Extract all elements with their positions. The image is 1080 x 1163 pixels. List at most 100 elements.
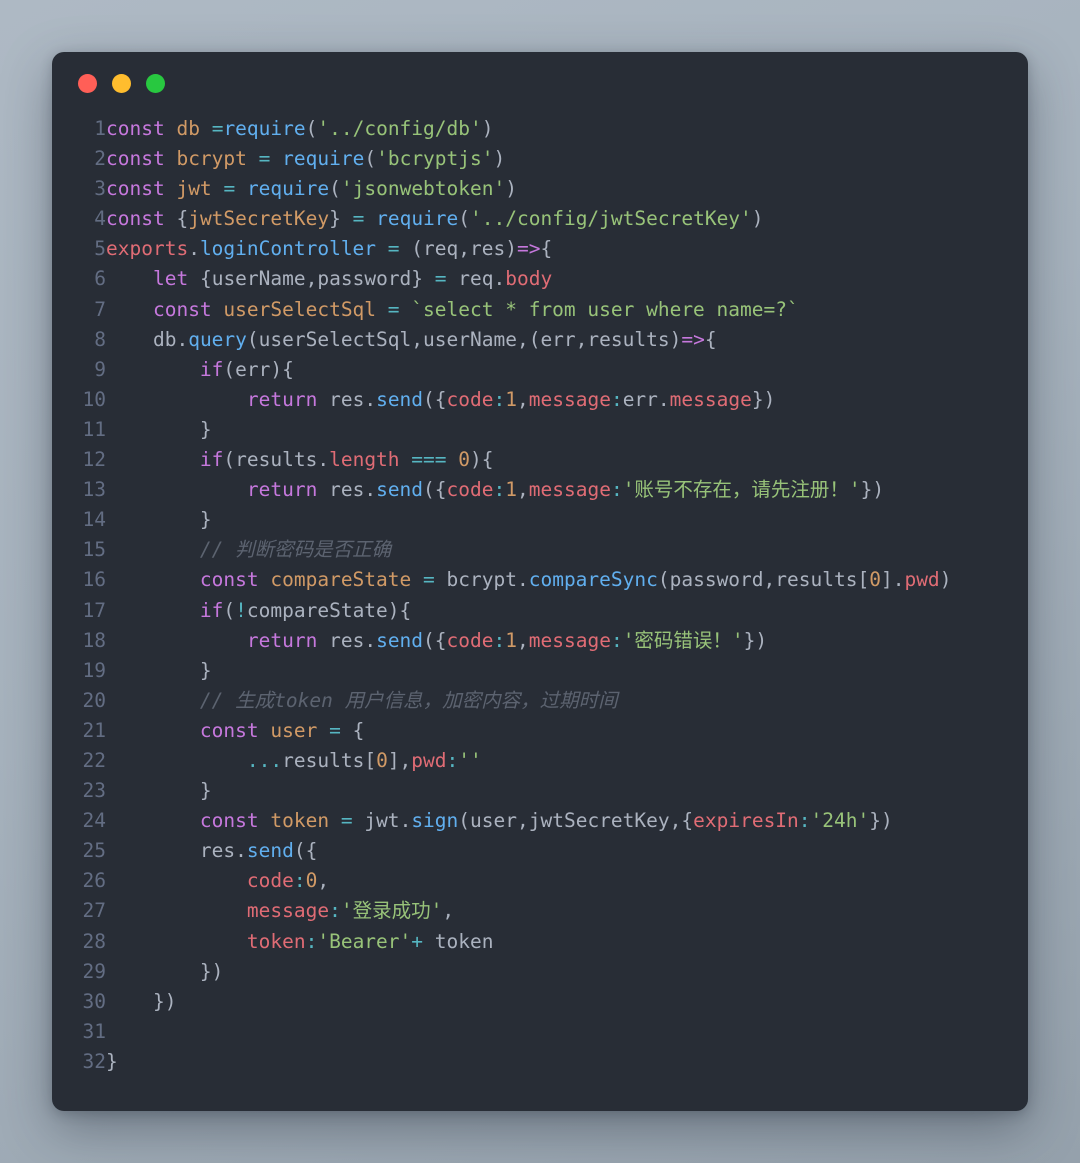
line-source[interactable]: // 生成token 用户信息，加密内容，过期时间 [106, 686, 1028, 716]
line-number: 19 [82, 658, 106, 682]
code-line: 14 } [52, 505, 1028, 535]
line-number: 28 [82, 929, 106, 953]
code-comment: // 生成token 用户信息，加密内容，过期时间 [199, 688, 618, 712]
line-source[interactable]: return res.send({code:1,message:'密码错误！'}… [106, 626, 1028, 656]
code-line: 29 }) [52, 957, 1028, 987]
code-line: 19 } [52, 656, 1028, 686]
code-line: 7 const userSelectSql = `select * from u… [52, 295, 1028, 325]
code-line: 18 return res.send({code:1,message:'密码错误… [52, 626, 1028, 656]
line-number: 9 [94, 357, 106, 381]
line-source[interactable]: const userSelectSql = `select * from use… [106, 295, 1028, 325]
code-line: 8 db.query(userSelectSql,userName,(err,r… [52, 325, 1028, 355]
code-line: 27 message:'登录成功', [52, 896, 1028, 926]
code-comment: // 判断密码是否正确 [199, 538, 392, 562]
line-source[interactable]: let {userName,password} = req.body [106, 264, 1028, 294]
line-source[interactable]: ...results[0],pwd:'' [106, 746, 1028, 776]
line-number: 3 [94, 177, 106, 201]
line-number: 5 [94, 237, 106, 261]
line-source[interactable]: const user = { [106, 716, 1028, 746]
window-titlebar [52, 52, 1028, 114]
maximize-button[interactable] [146, 73, 165, 93]
line-number: 31 [82, 1019, 106, 1043]
code-line: 6 let {userName,password} = req.body [52, 264, 1028, 294]
code-line: 30 }) [52, 987, 1028, 1017]
line-source[interactable]: // 判断密码是否正确 [106, 535, 1028, 565]
line-source[interactable] [106, 1017, 1028, 1047]
line-number: 25 [82, 839, 106, 863]
code-table: 1 const db =require('../config/db') 2 co… [52, 114, 1028, 1077]
line-source[interactable]: const jwt = require('jsonwebtoken') [106, 174, 1028, 204]
line-number: 23 [82, 779, 106, 803]
code-line: 11 } [52, 415, 1028, 445]
code-line: 26 code:0, [52, 866, 1028, 896]
line-source[interactable]: if(results.length === 0){ [106, 445, 1028, 475]
line-source[interactable]: const db =require('../config/db') [106, 114, 1028, 144]
code-line: 25 res.send({ [52, 836, 1028, 866]
code-line: 32 } [52, 1047, 1028, 1077]
code-line: 24 const token = jwt.sign(user,jwtSecret… [52, 806, 1028, 836]
code-line: 22 ...results[0],pwd:'' [52, 746, 1028, 776]
line-source[interactable]: return res.send({code:1,message:'账号不存在，请… [106, 475, 1028, 505]
line-source[interactable]: const bcrypt = require('bcryptjs') [106, 144, 1028, 174]
line-source[interactable]: } [106, 776, 1028, 806]
close-button[interactable] [78, 73, 97, 93]
code-line: 13 return res.send({code:1,message:'账号不存… [52, 475, 1028, 505]
line-source[interactable]: const {jwtSecretKey} = require('../confi… [106, 204, 1028, 234]
line-number: 29 [82, 959, 106, 983]
line-source[interactable]: const token = jwt.sign(user,jwtSecretKey… [106, 806, 1028, 836]
code-line: 21 const user = { [52, 716, 1028, 746]
line-number: 24 [82, 809, 106, 833]
line-number: 6 [94, 267, 106, 291]
line-source[interactable]: return res.send({code:1,message:err.mess… [106, 385, 1028, 415]
line-number: 12 [82, 448, 106, 472]
code-line: 10 return res.send({code:1,message:err.m… [52, 385, 1028, 415]
code-line: 20 // 生成token 用户信息，加密内容，过期时间 [52, 686, 1028, 716]
line-source[interactable]: code:0, [106, 866, 1028, 896]
line-source[interactable]: } [106, 505, 1028, 535]
code-line: 5 exports.loginController = (req,res)=>{ [52, 234, 1028, 264]
line-number: 26 [82, 869, 106, 893]
code-editor[interactable]: 1 const db =require('../config/db') 2 co… [52, 114, 1028, 1077]
line-number: 1 [94, 117, 106, 140]
line-source[interactable]: if(err){ [106, 355, 1028, 385]
line-source[interactable]: exports.loginController = (req,res)=>{ [106, 234, 1028, 264]
line-source[interactable]: message:'登录成功', [106, 896, 1028, 926]
line-source[interactable]: if(!compareState){ [106, 596, 1028, 626]
line-number: 2 [94, 147, 106, 171]
line-number: 20 [82, 688, 106, 712]
line-number: 16 [82, 568, 106, 592]
line-number: 32 [82, 1049, 106, 1073]
code-line: 9 if(err){ [52, 355, 1028, 385]
line-source[interactable]: const compareState = bcrypt.compareSync(… [106, 565, 1028, 595]
code-line: 12 if(results.length === 0){ [52, 445, 1028, 475]
code-line: 2 const bcrypt = require('bcryptjs') [52, 144, 1028, 174]
line-number: 7 [94, 297, 106, 321]
code-line: 3 const jwt = require('jsonwebtoken') [52, 174, 1028, 204]
line-number: 4 [94, 207, 106, 231]
line-number: 10 [82, 387, 106, 411]
code-line: 15 // 判断密码是否正确 [52, 535, 1028, 565]
code-line: 23 } [52, 776, 1028, 806]
screenshot-root: 1 const db =require('../config/db') 2 co… [0, 0, 1080, 1163]
code-line: 1 const db =require('../config/db') [52, 114, 1028, 144]
line-number: 17 [82, 598, 106, 622]
line-source[interactable]: }) [106, 957, 1028, 987]
line-number: 18 [82, 628, 106, 652]
code-body: 1 const db =require('../config/db') 2 co… [52, 114, 1028, 1077]
code-line: 17 if(!compareState){ [52, 596, 1028, 626]
line-source[interactable]: } [106, 1047, 1028, 1077]
line-source[interactable]: } [106, 656, 1028, 686]
line-source[interactable]: } [106, 415, 1028, 445]
line-source[interactable]: }) [106, 987, 1028, 1017]
code-line: 28 token:'Bearer'+ token [52, 927, 1028, 957]
line-source[interactable]: db.query(userSelectSql,userName,(err,res… [106, 325, 1028, 355]
line-source[interactable]: token:'Bearer'+ token [106, 927, 1028, 957]
line-number: 30 [82, 989, 106, 1013]
line-number: 11 [82, 417, 106, 441]
line-number: 27 [82, 899, 106, 923]
code-window: 1 const db =require('../config/db') 2 co… [52, 52, 1028, 1111]
line-number: 15 [82, 538, 106, 562]
line-number: 21 [82, 718, 106, 742]
minimize-button[interactable] [112, 73, 131, 93]
line-source[interactable]: res.send({ [106, 836, 1028, 866]
